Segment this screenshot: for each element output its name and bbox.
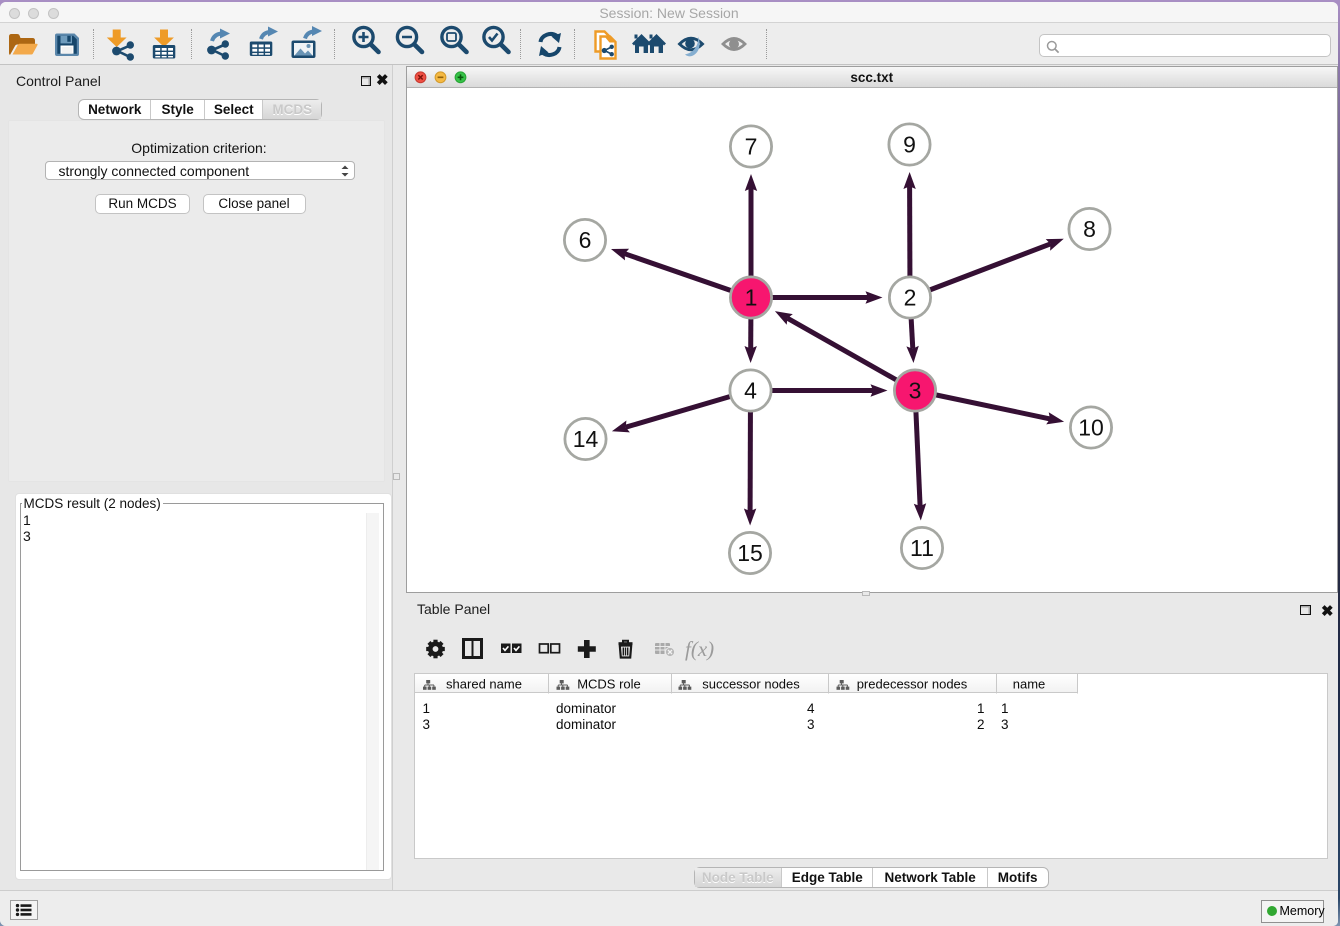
- svg-text:7: 7: [745, 134, 758, 160]
- svg-text:4: 4: [744, 378, 757, 404]
- svg-text:14: 14: [573, 426, 599, 452]
- svg-text:predecessor nodes: predecessor nodes: [856, 676, 967, 691]
- svg-text:2: 2: [904, 285, 917, 311]
- svg-text:11: 11: [910, 535, 934, 561]
- svg-text:8: 8: [1083, 216, 1096, 242]
- svg-text:f(x): f(x): [685, 637, 714, 661]
- svg-text:shared name: shared name: [446, 676, 522, 691]
- svg-text:successor nodes: successor nodes: [702, 676, 800, 691]
- svg-text:10: 10: [1078, 415, 1104, 441]
- svg-text:MCDS role: MCDS role: [577, 676, 641, 691]
- svg-text:3: 3: [909, 378, 922, 404]
- svg-text:name: name: [1012, 676, 1045, 691]
- svg-text:9: 9: [903, 132, 916, 158]
- svg-text:1: 1: [745, 285, 758, 311]
- svg-text:15: 15: [737, 540, 763, 566]
- svg-text:6: 6: [579, 227, 592, 253]
